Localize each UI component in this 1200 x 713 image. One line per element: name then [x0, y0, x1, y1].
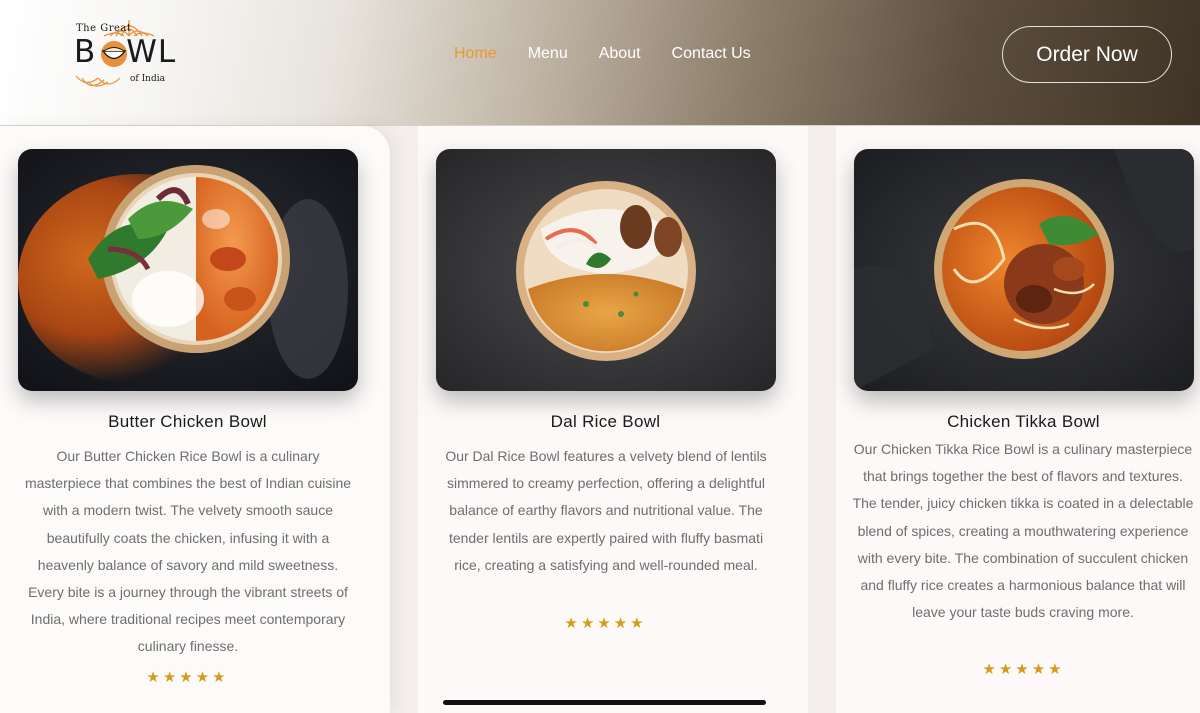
nav-menu[interactable]: Menu: [528, 43, 568, 65]
butter-chicken-bowl-image: [18, 149, 358, 391]
logo-text-bowl: B WL: [74, 35, 176, 69]
home-indicator-bar: [443, 700, 766, 705]
star-rating: ★★★★★: [564, 614, 647, 632]
chicken-tikka-bowl-image: [854, 149, 1194, 391]
logo[interactable]: The Great B WL of India: [74, 18, 184, 92]
dal-rice-bowl-image: [436, 149, 776, 391]
star-rating: ★★★★★: [982, 660, 1065, 678]
logo-letters-wl: WL: [126, 34, 177, 70]
card-title: Butter Chicken Bowl: [108, 412, 267, 431]
nav-contact-us[interactable]: Contact Us: [672, 43, 751, 65]
logo-text-the-great: The Great: [76, 23, 132, 34]
site-header: The Great B WL of India Home Menu About C…: [0, 0, 1200, 126]
card-description: Our Chicken Tikka Rice Bowl is a culinar…: [852, 441, 1194, 621]
logo-text-of-india: of India: [130, 74, 165, 84]
menu-card-chicken-tikka[interactable]: Chicken Tikka Bowl Our Chicken Tikka Ric…: [836, 126, 1200, 713]
card-description: Our Butter Chicken Rice Bowl is a culina…: [24, 448, 352, 655]
card-title: Chicken Tikka Bowl: [947, 412, 1100, 431]
nav-about[interactable]: About: [599, 43, 641, 65]
menu-card-butter-chicken[interactable]: Butter Chicken Bowl Our Butter Chicken R…: [0, 126, 390, 713]
main-nav: Home Menu About Contact Us: [454, 43, 782, 65]
card-title: Dal Rice Bowl: [550, 412, 661, 431]
order-now-button[interactable]: Order Now: [1002, 26, 1172, 83]
logo-letter-b: B: [74, 34, 97, 70]
card-description: Our Dal Rice Bowl features a velvety ble…: [445, 448, 767, 573]
nav-home[interactable]: Home: [454, 43, 497, 65]
menu-card-dal-rice[interactable]: Dal Rice Bowl Our Dal Rice Bowl features…: [418, 126, 808, 713]
star-rating: ★★★★★: [146, 668, 229, 686]
